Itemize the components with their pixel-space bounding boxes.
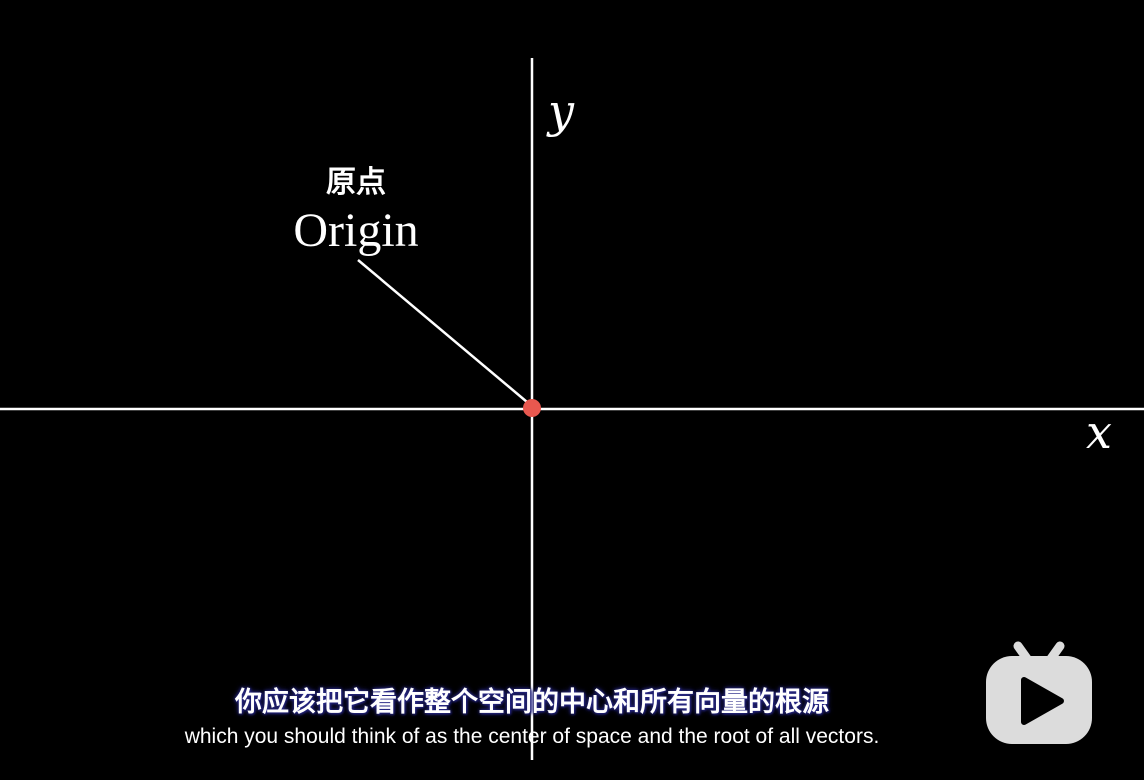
origin-point xyxy=(523,399,541,417)
video-frame: y x 原点 Origin 你应该把它看作整个空间的中心和所有向量的根源 whi… xyxy=(0,0,1144,780)
origin-label-english: Origin xyxy=(293,204,418,257)
coordinate-diagram: y x 原点 Origin xyxy=(0,58,1144,760)
origin-label-chinese: 原点 xyxy=(326,165,386,200)
subtitle-chinese: 你应该把它看作整个空间的中心和所有向量的根源 xyxy=(235,687,829,718)
subtitle-block: 你应该把它看作整个空间的中心和所有向量的根源 which you should … xyxy=(0,682,1064,750)
subtitle-english: which you should think of as the center … xyxy=(184,725,880,748)
x-axis-label: x xyxy=(1086,405,1112,459)
y-axis-label: y xyxy=(546,84,575,138)
play-badge-icon[interactable] xyxy=(984,640,1094,746)
origin-pointer-line xyxy=(357,259,528,403)
